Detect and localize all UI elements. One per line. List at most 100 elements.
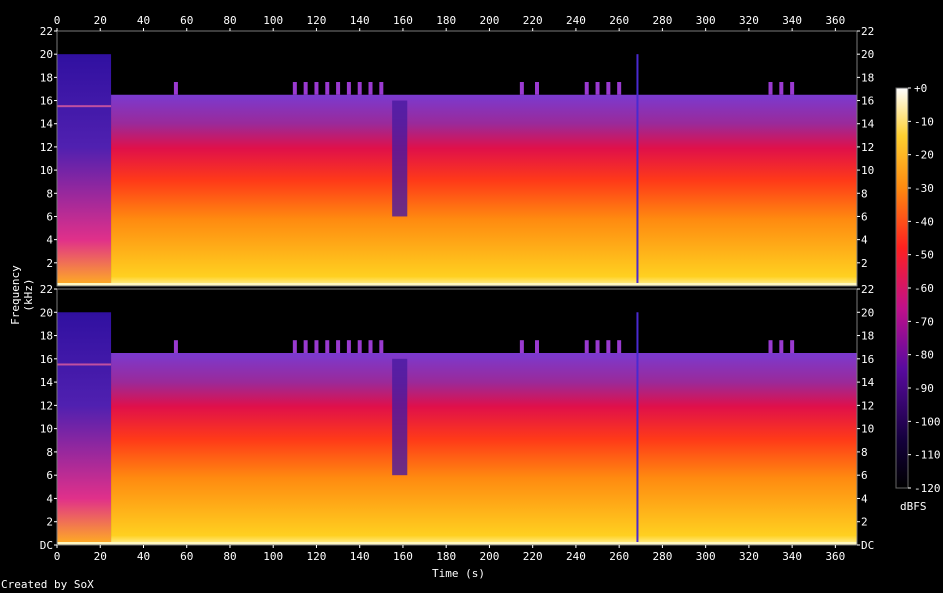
x-tick-label: 300	[696, 550, 716, 563]
high-freq-burst	[584, 340, 589, 353]
y-tick-label: DC	[40, 539, 53, 552]
spectral-dip	[392, 100, 408, 217]
y-tick-label-right: DC	[861, 539, 874, 552]
y-tick-label: 4	[46, 492, 53, 505]
intro-region	[57, 54, 112, 286]
credit-text: Created by SoX	[1, 578, 94, 591]
y-tick-label: 16	[40, 95, 53, 108]
intro-tone-band	[57, 363, 112, 366]
cut-line	[636, 312, 639, 545]
high-freq-burst	[606, 82, 611, 95]
x-tick-label-top: 320	[739, 14, 759, 27]
x-tick-label: 40	[137, 550, 150, 563]
spectral-dip	[392, 358, 408, 476]
high-freq-burst	[292, 82, 297, 95]
x-tick-label-top: 120	[307, 14, 327, 27]
y-tick-label-right: 16	[861, 353, 874, 366]
high-freq-burst	[519, 340, 524, 353]
y-tick-label-right: 20	[861, 306, 874, 319]
x-tick-label: 160	[393, 550, 413, 563]
x-tick-label: 220	[523, 550, 543, 563]
x-tick-label-top: 360	[825, 14, 845, 27]
y-tick-label-right: 8	[861, 187, 868, 200]
x-tick-label: 260	[609, 550, 629, 563]
x-tick-label: 140	[350, 550, 370, 563]
y-tick-label-right: 20	[861, 48, 874, 61]
intro-region	[57, 312, 112, 545]
y-tick-label: 12	[40, 141, 53, 154]
high-freq-burst	[768, 340, 773, 353]
x-tick-label: 240	[566, 550, 586, 563]
y-tick-label-right: 6	[861, 469, 868, 482]
high-freq-burst	[368, 82, 373, 95]
x-tick-label: 200	[479, 550, 499, 563]
high-freq-burst	[325, 82, 330, 95]
y-tick-label: 22	[40, 283, 53, 296]
colorbar-tick-label: -90	[914, 382, 934, 395]
y-tick-label-right: 2	[861, 516, 868, 529]
y-tick-label-right: 10	[861, 164, 874, 177]
x-tick-label-top: 200	[479, 14, 499, 27]
y-tick-label: 2	[46, 257, 53, 270]
colorbar-tick-label: -60	[914, 282, 934, 295]
y-tick-label-right: 12	[861, 399, 874, 412]
y-tick-label-right: 10	[861, 423, 874, 436]
high-freq-burst	[173, 82, 178, 95]
high-freq-burst	[379, 340, 384, 353]
x-tick-label-top: 80	[223, 14, 236, 27]
y-tick-label-right: 16	[861, 95, 874, 108]
y-tick-label-right: 18	[861, 71, 874, 84]
high-freq-burst	[790, 82, 795, 95]
x-tick-label-top: 340	[782, 14, 802, 27]
cut-line	[636, 54, 639, 286]
colorbar	[895, 87, 909, 489]
x-tick-label-top: 40	[137, 14, 150, 27]
x-tick-label: 320	[739, 550, 759, 563]
x-tick-label-top: 260	[609, 14, 629, 27]
y-tick-label-right: 8	[861, 446, 868, 459]
high-freq-burst	[325, 340, 330, 353]
y-tick-label: 20	[40, 306, 53, 319]
high-freq-burst	[346, 82, 351, 95]
spectral-body	[111, 353, 857, 545]
high-freq-burst	[357, 340, 362, 353]
x-tick-label-top: 20	[94, 14, 107, 27]
spectrogram-figure: 2 24 46 68 810 1012 1214 1416 1618 1820 2022 22DC DC…	[40, 14, 941, 563]
colorbar-unit: dBFS	[900, 500, 927, 513]
y-tick-label: 22	[40, 25, 53, 38]
high-freq-burst	[790, 340, 795, 353]
y-tick-label: 14	[40, 376, 54, 389]
y-tick-label: 10	[40, 423, 53, 436]
high-freq-burst	[535, 82, 539, 95]
high-freq-burst	[314, 82, 319, 95]
y-tick-label: 16	[40, 353, 53, 366]
x-tick-label-top: 100	[263, 14, 283, 27]
high-freq-burst	[303, 340, 308, 353]
x-tick-label: 120	[307, 550, 327, 563]
y-tick-label: 4	[46, 234, 53, 247]
high-freq-burst	[519, 82, 524, 95]
y-tick-label: 6	[46, 210, 53, 223]
high-freq-burst	[768, 82, 773, 95]
colorbar-tick-label: -30	[914, 182, 934, 195]
high-freq-burst	[346, 340, 351, 353]
x-tick-label: 20	[94, 550, 107, 563]
y-tick-label-right: 22	[861, 25, 874, 38]
x-tick-label-top: 240	[566, 14, 586, 27]
x-tick-label-top: 300	[696, 14, 716, 27]
y-tick-label: 12	[40, 399, 53, 412]
y-tick-label: 8	[46, 187, 53, 200]
y-tick-label-right: 6	[861, 210, 868, 223]
high-freq-burst	[314, 340, 319, 353]
colorbar-tick-label: -10	[914, 115, 934, 128]
x-tick-label-top: 180	[436, 14, 456, 27]
y-tick-label-right: 14	[861, 118, 875, 131]
y-tick-label: 18	[40, 71, 53, 84]
high-freq-burst	[779, 340, 784, 353]
high-freq-burst	[595, 340, 600, 353]
high-freq-burst	[617, 82, 622, 95]
y-tick-label: 14	[40, 118, 54, 131]
high-freq-burst	[173, 340, 178, 353]
high-freq-burst	[336, 340, 341, 353]
y-tick-label-right: 22	[861, 283, 874, 296]
